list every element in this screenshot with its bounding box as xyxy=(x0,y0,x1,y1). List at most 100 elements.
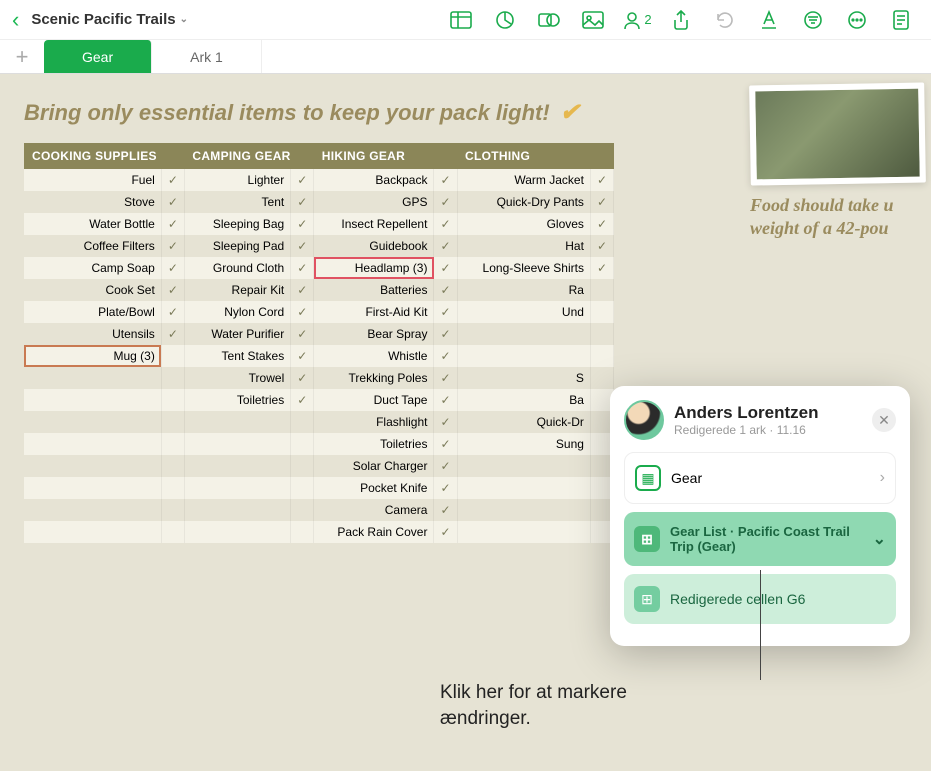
table-row[interactable]: Camp Soap✓Ground Cloth✓Headlamp (3)✓Long… xyxy=(24,257,614,279)
checkbox-cell[interactable]: ✓ xyxy=(291,345,314,367)
checkbox-cell[interactable] xyxy=(291,411,314,433)
table-row[interactable]: Water Bottle✓Sleeping Bag✓Insect Repelle… xyxy=(24,213,614,235)
checkbox-cell[interactable] xyxy=(161,411,184,433)
table-row[interactable]: Plate/Bowl✓Nylon Cord✓First-Aid Kit✓Und xyxy=(24,301,614,323)
checkbox-cell[interactable]: ✓ xyxy=(161,279,184,301)
table-cell[interactable]: Plate/Bowl xyxy=(24,301,161,323)
media-icon[interactable] xyxy=(575,6,611,34)
tab-gear[interactable]: Gear xyxy=(44,40,152,73)
checkbox-cell[interactable]: ✓ xyxy=(434,477,457,499)
table-cell[interactable] xyxy=(24,477,161,499)
table-cell[interactable] xyxy=(184,433,290,455)
more-icon[interactable] xyxy=(839,6,875,34)
collaborate-icon[interactable]: 2 xyxy=(619,6,655,34)
checkbox-cell[interactable]: ✓ xyxy=(434,301,457,323)
document-title[interactable]: Scenic Pacific Trails ⌄ xyxy=(31,11,188,28)
checkbox-cell[interactable] xyxy=(161,455,184,477)
checkbox-cell[interactable]: ✓ xyxy=(434,235,457,257)
table-cell[interactable] xyxy=(24,521,161,543)
checkbox-cell[interactable]: ✓ xyxy=(590,213,613,235)
table-cell[interactable] xyxy=(457,477,590,499)
checkbox-cell[interactable]: ✓ xyxy=(434,323,457,345)
table-cell[interactable]: Long-Sleeve Shirts xyxy=(457,257,590,279)
table-cell[interactable]: Mug (3) xyxy=(24,345,161,367)
table-cell[interactable]: Solar Charger xyxy=(314,455,434,477)
table-cell[interactable]: Coffee Filters xyxy=(24,235,161,257)
close-button[interactable]: ✕ xyxy=(872,408,896,432)
table-cell[interactable]: Toiletries xyxy=(314,433,434,455)
checkbox-cell[interactable]: ✓ xyxy=(291,367,314,389)
share-icon[interactable] xyxy=(663,6,699,34)
table-cell[interactable]: Trowel xyxy=(184,367,290,389)
checkbox-cell[interactable] xyxy=(590,345,613,367)
checkbox-cell[interactable]: ✓ xyxy=(434,213,457,235)
back-button[interactable]: ‹ xyxy=(12,7,19,33)
table-cell[interactable] xyxy=(24,411,161,433)
table-cell[interactable] xyxy=(184,411,290,433)
table-cell[interactable] xyxy=(457,345,590,367)
collab-table-link[interactable]: ⊞ Gear List · Pacific Coast Trail Trip (… xyxy=(624,512,896,566)
table-cell[interactable]: Nylon Cord xyxy=(184,301,290,323)
table-cell[interactable]: Repair Kit xyxy=(184,279,290,301)
table-cell[interactable] xyxy=(184,477,290,499)
table-cell[interactable]: Ra xyxy=(457,279,590,301)
filter-icon[interactable] xyxy=(795,6,831,34)
table-cell[interactable]: Lighter xyxy=(184,169,290,191)
table-row[interactable]: Flashlight✓Quick-Dr xyxy=(24,411,614,433)
checkbox-cell[interactable]: ✓ xyxy=(291,191,314,213)
table-cell[interactable]: Hat xyxy=(457,235,590,257)
checkbox-cell[interactable] xyxy=(291,521,314,543)
table-cell[interactable]: Stove xyxy=(24,191,161,213)
table-cell[interactable]: Ground Cloth xyxy=(184,257,290,279)
checkbox-cell[interactable]: ✓ xyxy=(434,191,457,213)
checkbox-cell[interactable]: ✓ xyxy=(590,169,613,191)
checkbox-cell[interactable] xyxy=(161,433,184,455)
shape-icon[interactable] xyxy=(531,6,567,34)
add-sheet-button[interactable]: + xyxy=(0,40,44,73)
table-cell[interactable]: Ba xyxy=(457,389,590,411)
table-cell[interactable]: Pocket Knife xyxy=(314,477,434,499)
table-row[interactable]: Toiletries✓Sung xyxy=(24,433,614,455)
table-cell[interactable] xyxy=(184,521,290,543)
checkbox-cell[interactable] xyxy=(291,455,314,477)
checkbox-cell[interactable]: ✓ xyxy=(590,257,613,279)
table-cell[interactable]: GPS xyxy=(314,191,434,213)
checkbox-cell[interactable] xyxy=(291,499,314,521)
table-cell[interactable]: Fuel xyxy=(24,169,161,191)
table-cell[interactable]: Water Purifier xyxy=(184,323,290,345)
checkbox-cell[interactable] xyxy=(291,477,314,499)
table-cell[interactable]: Guidebook xyxy=(314,235,434,257)
format-icon[interactable] xyxy=(751,6,787,34)
table-cell[interactable]: Gloves xyxy=(457,213,590,235)
table-cell[interactable]: Whistle xyxy=(314,345,434,367)
checkbox-cell[interactable] xyxy=(291,433,314,455)
table-cell[interactable] xyxy=(24,455,161,477)
checkbox-cell[interactable]: ✓ xyxy=(434,367,457,389)
table-icon[interactable] xyxy=(443,6,479,34)
table-cell[interactable] xyxy=(184,455,290,477)
checkbox-cell[interactable] xyxy=(161,389,184,411)
checkbox-cell[interactable]: ✓ xyxy=(434,433,457,455)
table-cell[interactable]: Batteries xyxy=(314,279,434,301)
checkbox-cell[interactable]: ✓ xyxy=(291,235,314,257)
checkbox-cell[interactable]: ✓ xyxy=(291,257,314,279)
checkbox-cell[interactable] xyxy=(590,367,613,389)
checkbox-cell[interactable] xyxy=(590,301,613,323)
table-cell[interactable]: Toiletries xyxy=(184,389,290,411)
table-cell[interactable]: Quick-Dry Pants xyxy=(457,191,590,213)
checkbox-cell[interactable] xyxy=(590,323,613,345)
checkbox-cell[interactable]: ✓ xyxy=(291,169,314,191)
table-row[interactable]: Mug (3)Tent Stakes✓Whistle✓ xyxy=(24,345,614,367)
table-row[interactable]: Fuel✓Lighter✓Backpack✓Warm Jacket✓ xyxy=(24,169,614,191)
checkbox-cell[interactable]: ✓ xyxy=(291,301,314,323)
table-cell[interactable]: Water Bottle xyxy=(24,213,161,235)
table-cell[interactable]: Backpack xyxy=(314,169,434,191)
table-cell[interactable] xyxy=(457,521,590,543)
checkbox-cell[interactable] xyxy=(590,279,613,301)
table-cell[interactable]: Warm Jacket xyxy=(457,169,590,191)
checkbox-cell[interactable]: ✓ xyxy=(161,169,184,191)
table-cell[interactable]: Pack Rain Cover xyxy=(314,521,434,543)
table-cell[interactable]: Sleeping Bag xyxy=(184,213,290,235)
checkbox-cell[interactable]: ✓ xyxy=(291,323,314,345)
canvas[interactable]: Bring only essential items to keep your … xyxy=(0,74,931,771)
